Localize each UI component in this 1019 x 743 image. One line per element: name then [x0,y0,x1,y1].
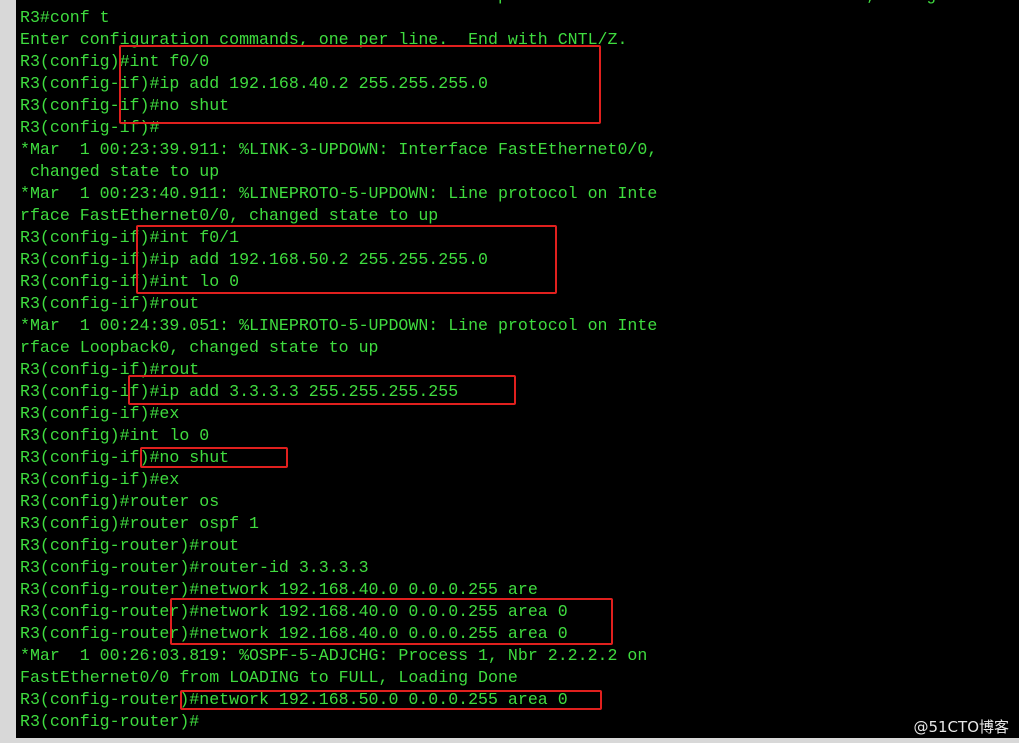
terminal-line: R3(config-router)#router-id 3.3.3.3 [20,558,369,577]
terminal-line: *Mar 1 00:00:04.975: %LINEPROTO-5-UPDOWN… [20,0,1016,7]
highlight-box-ospf-network-40 [170,598,613,645]
terminal-line: FastEthernet0/0 from LOADING to FULL, Lo… [20,668,518,687]
terminal-line: *Mar 1 00:23:39.911: %LINK-3-UPDOWN: Int… [20,140,658,159]
highlight-box-f0-0-config [119,45,601,124]
terminal-line: R3(config)#router ospf 1 [20,514,259,533]
terminal-line: R3(config)#int lo 0 [20,426,210,445]
terminal-line: R3(config-if)#ex [20,470,180,489]
terminal-line: *Mar 1 00:26:03.819: %OSPF-5-ADJCHG: Pro… [20,646,648,665]
highlight-box-f0-1-config [136,225,557,294]
terminal-line: R3#conf t [20,8,110,27]
terminal-line: R3(config-if)#ex [20,404,180,423]
terminal-line: R3(config-router)# [20,712,200,731]
terminal-line: R3(config)#router os [20,492,220,511]
highlight-box-ospf-network-50 [180,690,602,710]
terminal-line: R3(config-if)#rout [20,294,200,313]
watermark: @51CTO博客 [913,718,1009,736]
terminal-line: changed state to up [20,162,220,181]
highlight-box-no-shut [140,447,288,468]
terminal-line: *Mar 1 00:23:40.911: %LINEPROTO-5-UPDOWN… [20,184,658,203]
highlight-box-loopback-ip [128,375,516,405]
terminal-line: *Mar 1 00:24:39.051: %LINEPROTO-5-UPDOWN… [20,316,658,335]
terminal-line: R3(config-router)#rout [20,536,240,555]
terminal-line: rface Loopback0, changed state to up [20,338,379,357]
terminal-line: rface FastEthernet0/0, changed state to … [20,206,439,225]
